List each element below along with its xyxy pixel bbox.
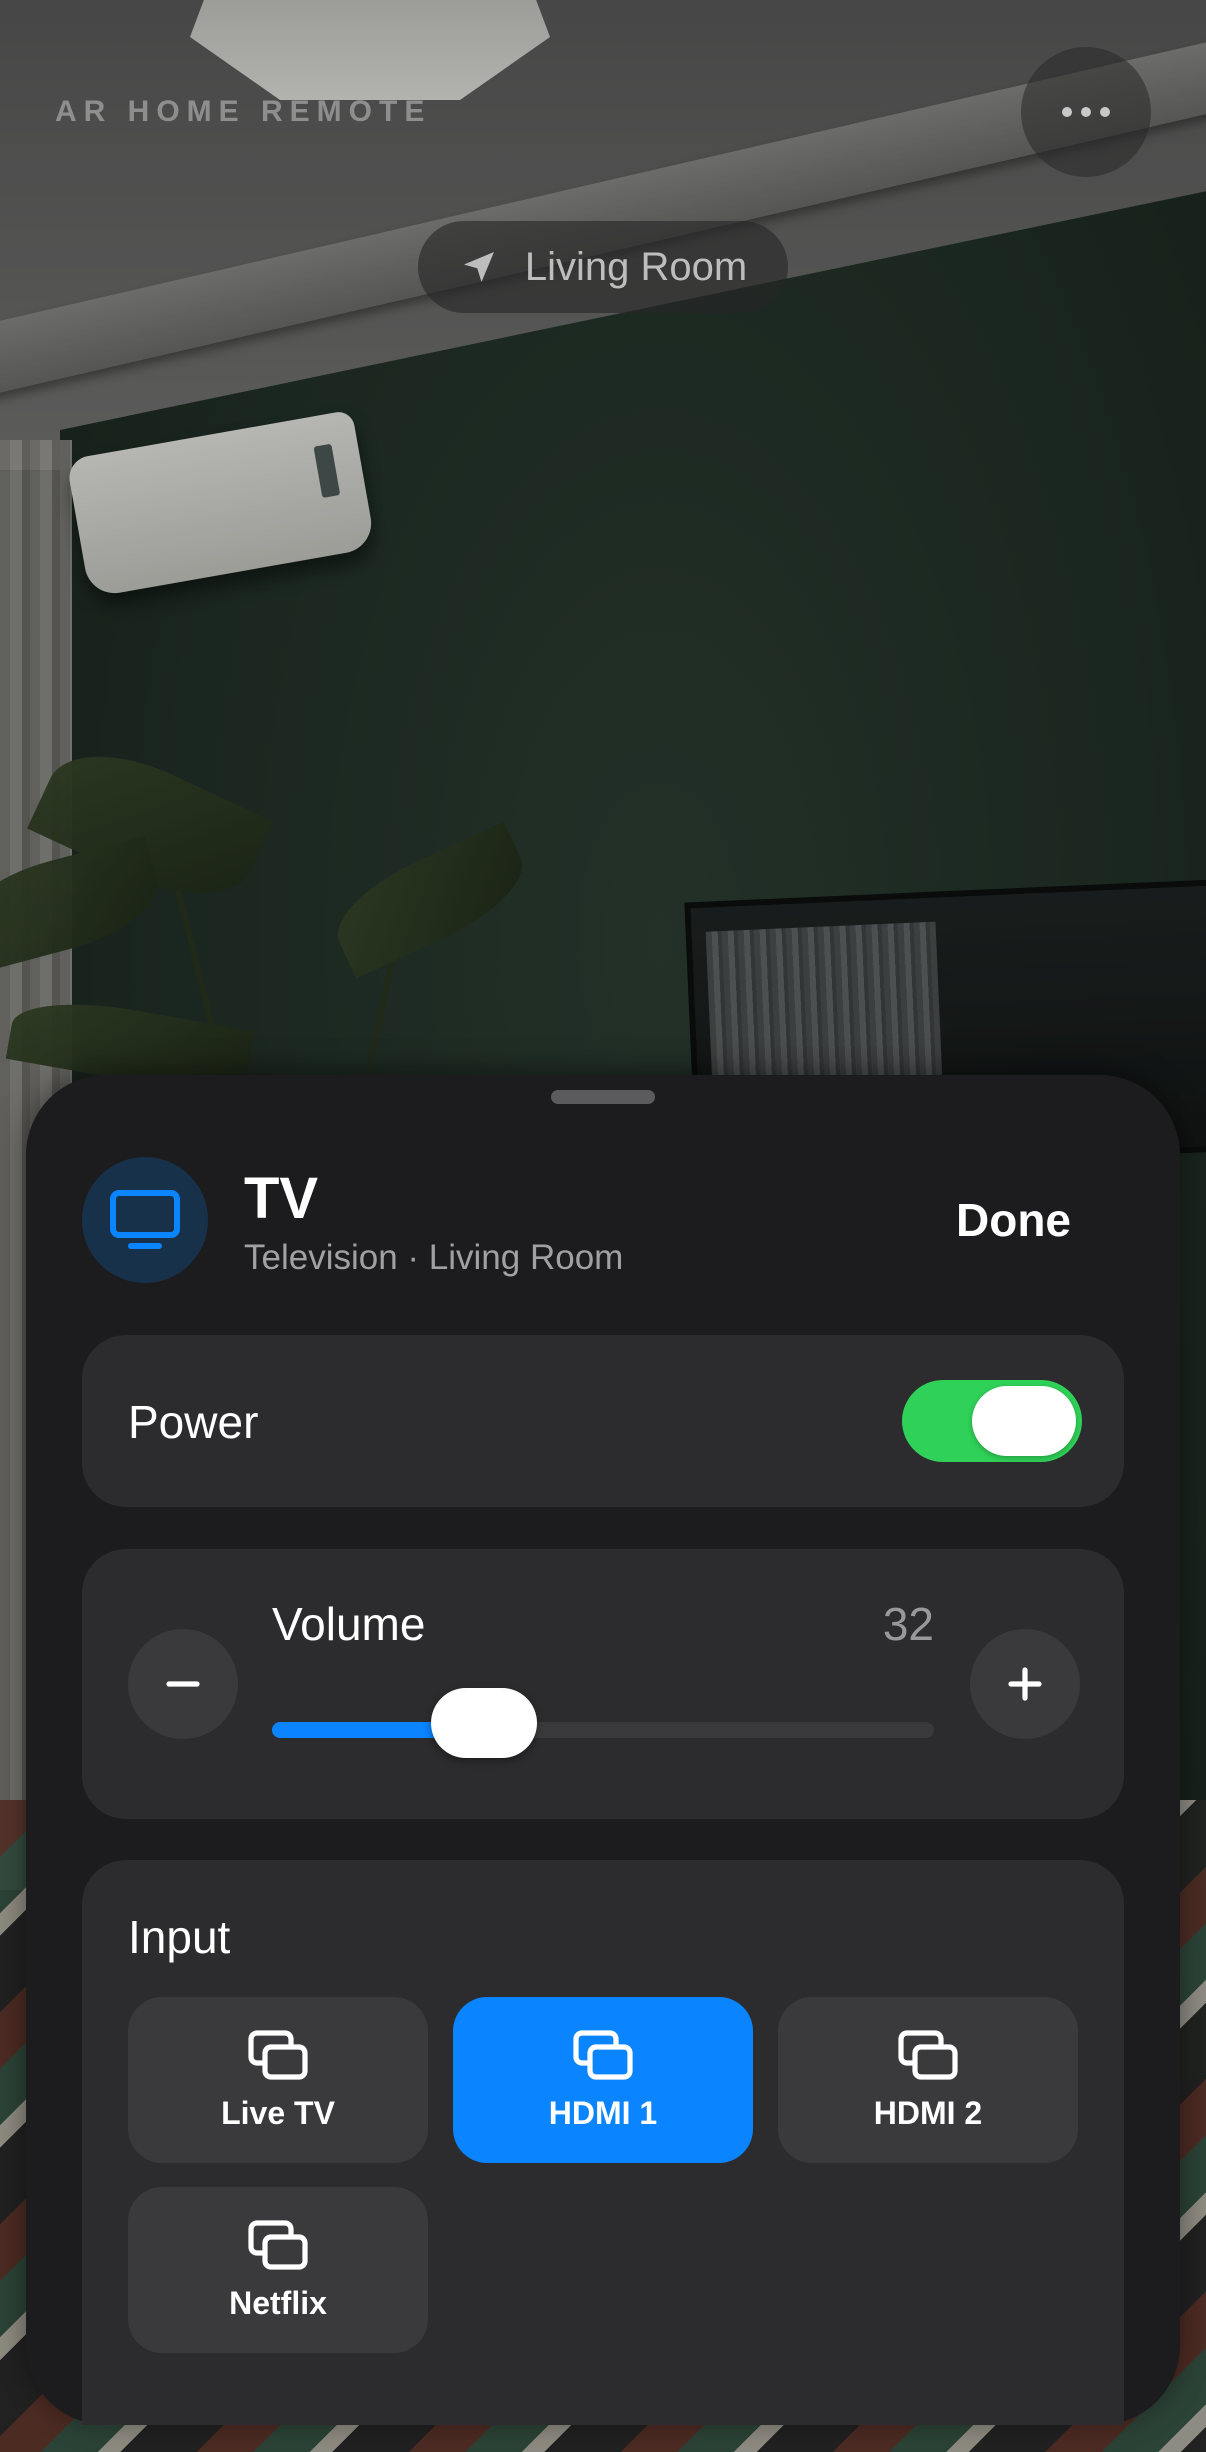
sheet-grabber-handle[interactable] <box>551 1090 655 1104</box>
power-toggle[interactable] <box>902 1380 1082 1462</box>
input-option-hdmi-1[interactable]: HDMI 1 <box>453 1997 753 2163</box>
tv-icon <box>110 1190 180 1249</box>
room-location-label: Living Room <box>524 244 748 289</box>
input-source-icon <box>573 2029 633 2080</box>
input-option-hdmi-2[interactable]: HDMI 2 <box>778 1997 1078 2163</box>
room-location-pill[interactable]: Living Room <box>418 221 788 313</box>
volume-value: 32 <box>882 1598 934 1650</box>
plus-icon <box>1008 1667 1042 1701</box>
device-name: TV <box>244 1166 319 1231</box>
input-source-icon <box>898 2029 958 2080</box>
minus-icon <box>166 1681 200 1687</box>
input-option-label: HDMI 2 <box>873 2094 983 2131</box>
ellipsis-icon <box>1062 107 1072 117</box>
device-icon-badge <box>82 1157 208 1283</box>
done-button[interactable]: Done <box>956 1193 1071 1247</box>
volume-label: Volume <box>272 1598 426 1650</box>
volume-decrease-button[interactable] <box>128 1629 238 1739</box>
volume-slider-thumb[interactable] <box>431 1688 537 1758</box>
volume-increase-button[interactable] <box>970 1629 1080 1739</box>
input-option-label: Netflix <box>229 2284 327 2321</box>
app-title: AR HOME REMOTE <box>55 95 432 128</box>
volume-card: Volume 32 <box>82 1549 1124 1819</box>
input-option-live-tv[interactable]: Live TV <box>128 1997 428 2163</box>
input-card: Input Live TV HDMI 1 HDMI 2 Netflix <box>82 1860 1124 2425</box>
input-option-label: Live TV <box>221 2094 335 2131</box>
more-options-button[interactable] <box>1021 47 1151 177</box>
device-subtitle: Television · Living Room <box>244 1238 624 1277</box>
ellipsis-icon <box>1081 107 1091 117</box>
input-option-netflix[interactable]: Netflix <box>128 2187 428 2353</box>
input-option-label: HDMI 1 <box>548 2094 658 2131</box>
ellipsis-icon <box>1100 107 1110 117</box>
volume-slider[interactable] <box>272 1688 934 1758</box>
toggle-knob <box>972 1386 1076 1456</box>
device-control-sheet: TV Television · Living Room Done Power V… <box>26 1075 1180 2425</box>
location-arrow-icon <box>463 252 494 282</box>
power-card: Power <box>82 1335 1124 1507</box>
input-label: Input <box>128 1911 231 1963</box>
input-source-icon <box>248 2029 308 2080</box>
input-source-icon <box>248 2219 308 2270</box>
power-label: Power <box>128 1396 259 1448</box>
